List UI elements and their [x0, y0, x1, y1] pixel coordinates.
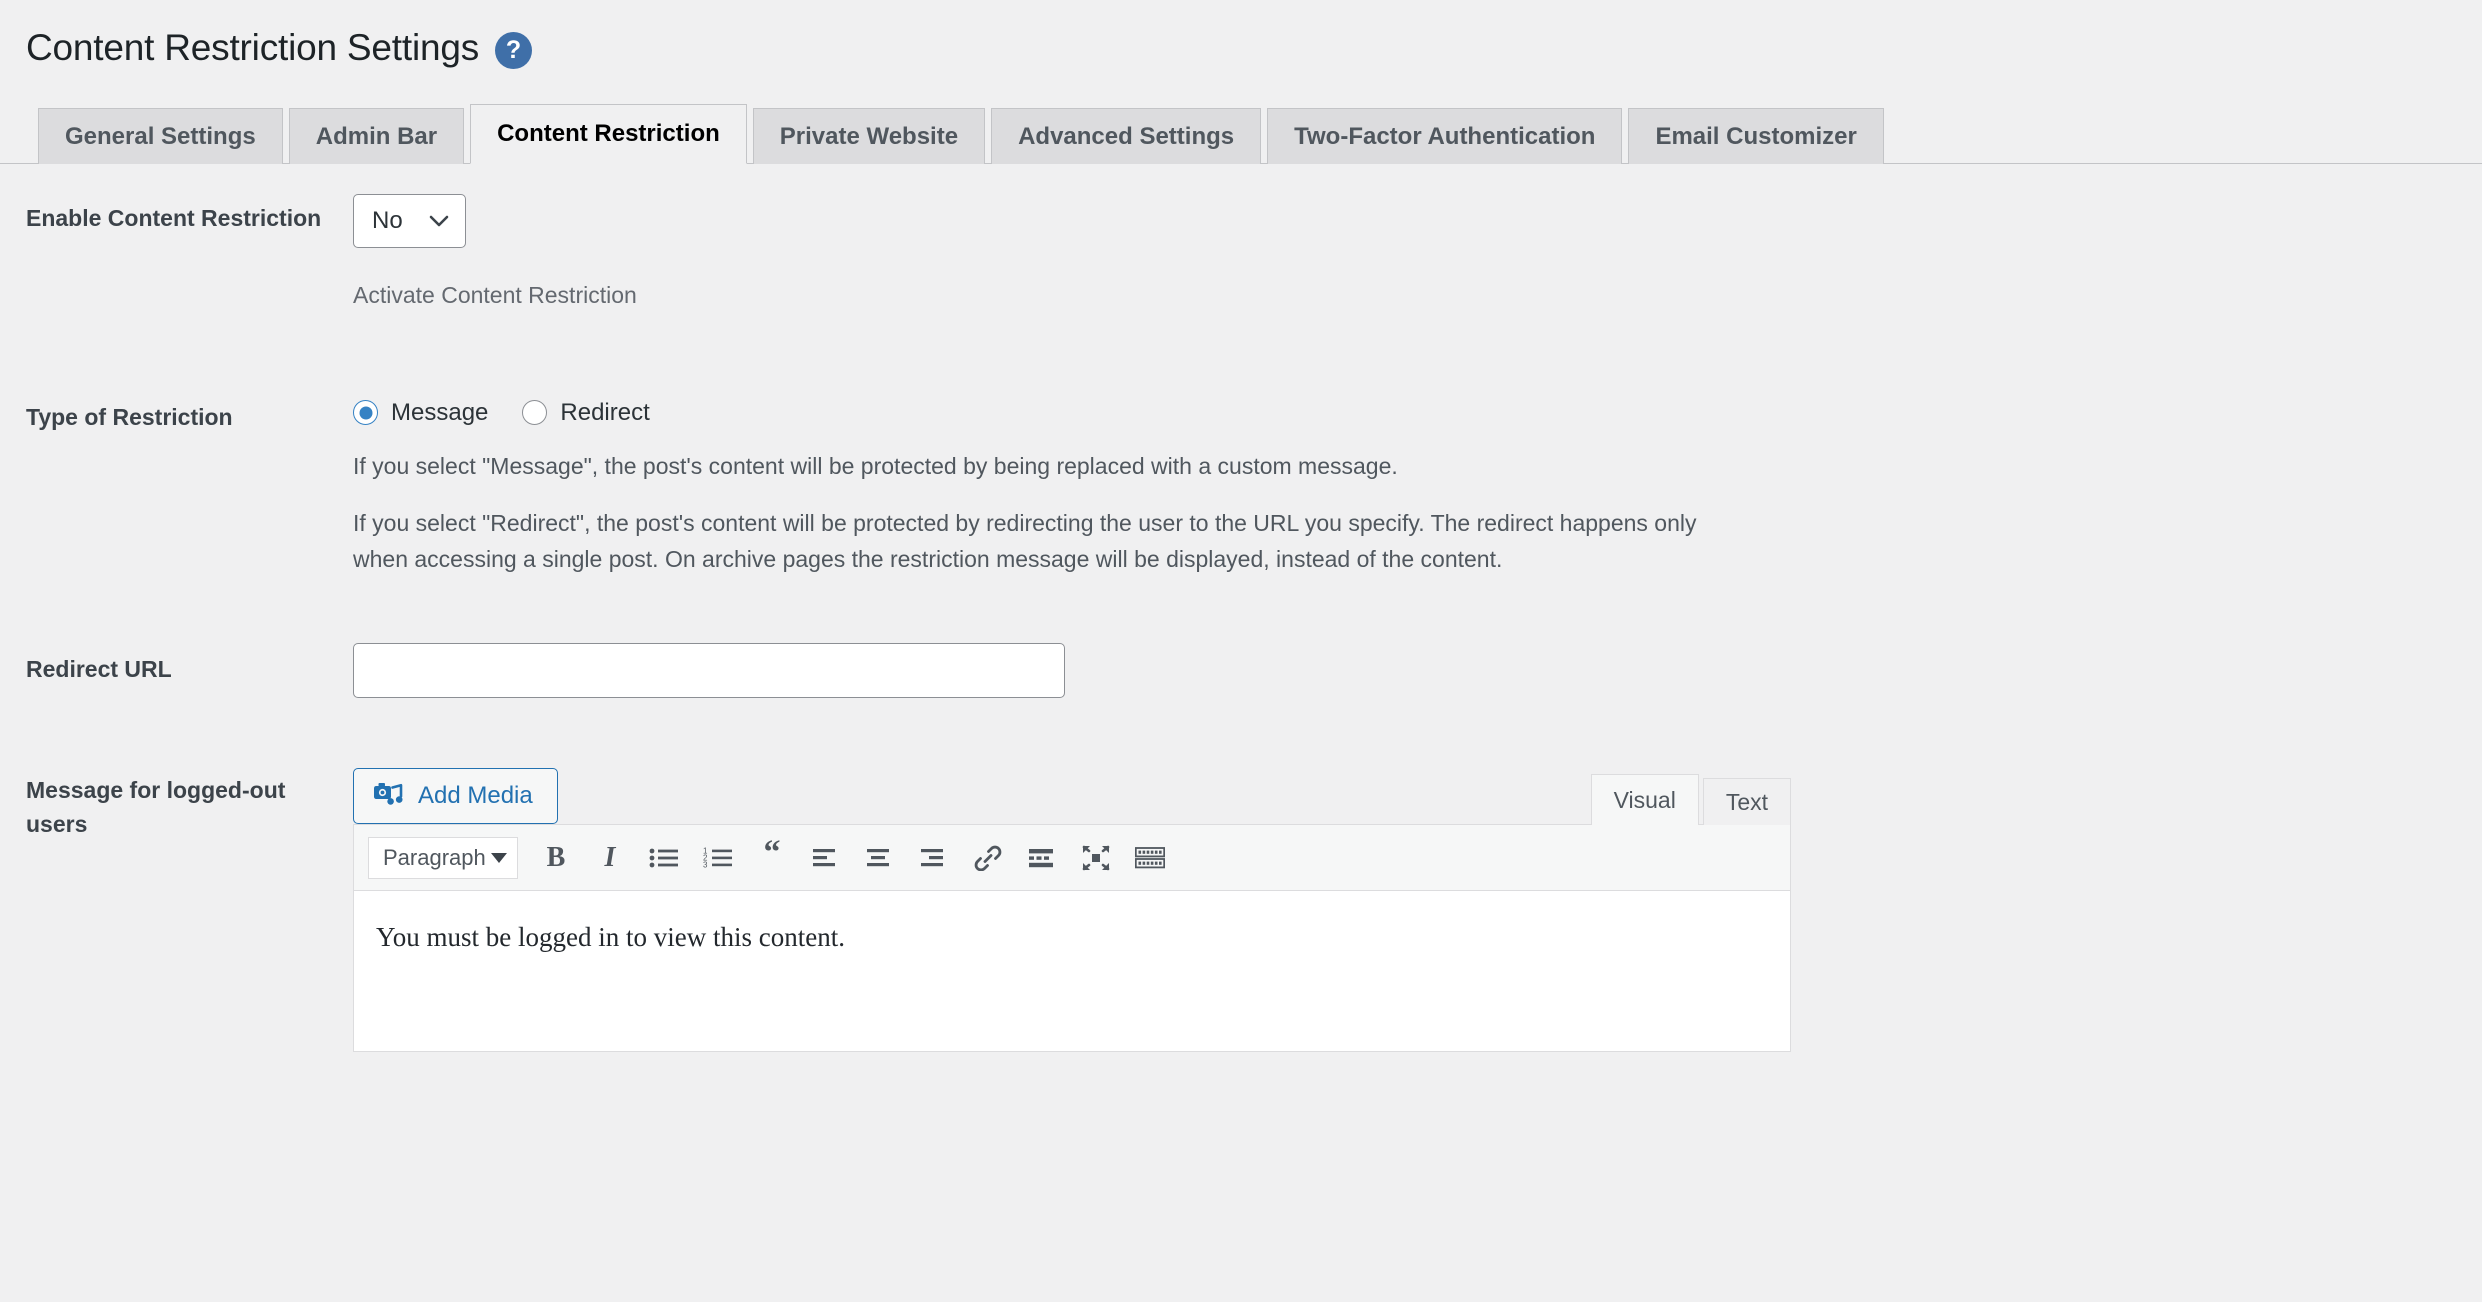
- label-redirect-url: Redirect URL: [26, 656, 172, 683]
- page-title: Content Restriction Settings: [26, 26, 480, 68]
- svg-text:3: 3: [703, 860, 708, 869]
- type-description-message: If you select "Message", the post's cont…: [353, 452, 1398, 479]
- chevron-down-icon: [429, 215, 449, 226]
- numbered-list-icon[interactable]: 1 2 3: [694, 836, 742, 880]
- fullscreen-icon[interactable]: [1072, 836, 1120, 880]
- wp-editor: Add Media Visual Text Paragraph B I 1 2 …: [353, 758, 1791, 1053]
- paragraph-format-select[interactable]: Paragraph: [368, 836, 518, 879]
- row-enable-content-restriction: Enable Content Restriction No Activate C…: [0, 168, 2482, 313]
- tab-private-website[interactable]: Private Website: [752, 108, 986, 164]
- align-left-icon[interactable]: [802, 836, 850, 880]
- help-icon[interactable]: ?: [495, 31, 533, 69]
- editor-header: Add Media Visual Text: [353, 758, 1791, 826]
- radio-redirect-label: Redirect: [560, 398, 650, 426]
- admin-settings-page: Content Restriction Settings ? General S…: [0, 0, 2482, 1302]
- tab-content-restriction[interactable]: Content Restriction: [470, 104, 747, 164]
- editor-tab-visual[interactable]: Visual: [1590, 774, 1699, 826]
- add-media-label: Add Media: [418, 782, 533, 810]
- type-description-redirect: If you select "Redirect", the post's con…: [353, 510, 1697, 572]
- insert-read-more-icon[interactable]: [1018, 836, 1066, 880]
- tab-advanced-settings[interactable]: Advanced Settings: [991, 108, 1262, 164]
- blockquote-icon[interactable]: “: [748, 835, 796, 880]
- settings-form: Enable Content Restriction No Activate C…: [0, 164, 2482, 1053]
- radio-message-label: Message: [391, 398, 489, 426]
- radio-option-message[interactable]: Message: [353, 399, 488, 427]
- editor-body: Paragraph B I 1 2 3 “ You must be logged…: [353, 824, 1791, 1053]
- label-enable-content-restriction: Enable Content Restriction: [26, 205, 322, 231]
- radio-option-redirect[interactable]: Redirect: [522, 398, 650, 427]
- tab-email-customizer[interactable]: Email Customizer: [1628, 108, 1884, 164]
- tab-admin-bar[interactable]: Admin Bar: [288, 108, 465, 164]
- align-right-icon[interactable]: [910, 836, 958, 880]
- bold-icon[interactable]: B: [532, 836, 580, 880]
- tab-general-settings[interactable]: General Settings: [38, 108, 283, 164]
- chevron-down-icon: [491, 852, 507, 863]
- media-camera-music-icon: [374, 783, 403, 806]
- link-icon[interactable]: [964, 836, 1012, 880]
- radio-redirect-indicator: [522, 400, 548, 425]
- tab-two-factor-authentication[interactable]: Two-Factor Authentication: [1267, 108, 1623, 164]
- enable-content-restriction-description: Activate Content Restriction: [353, 282, 637, 308]
- enable-content-restriction-select[interactable]: No: [353, 194, 466, 248]
- editor-content-area[interactable]: You must be logged in to view this conte…: [354, 891, 1790, 1052]
- redirect-url-input[interactable]: [353, 643, 1065, 699]
- type-of-restriction-radio-group: Message Redirect: [353, 399, 2482, 427]
- bulleted-list-icon[interactable]: [640, 836, 688, 880]
- keyboard-shortcuts-icon[interactable]: [1126, 836, 1174, 880]
- editor-toolbar: Paragraph B I 1 2 3 “: [354, 825, 1790, 892]
- label-message-logged-out: Message for logged-out users: [26, 777, 286, 837]
- settings-tab-bar: General Settings Admin Bar Content Restr…: [0, 102, 2482, 164]
- add-media-button[interactable]: Add Media: [353, 768, 558, 825]
- paragraph-format-value: Paragraph: [383, 844, 486, 870]
- row-redirect-url: Redirect URL: [0, 637, 2482, 699]
- editor-tab-text[interactable]: Text: [1702, 778, 1791, 826]
- label-type-of-restriction: Type of Restriction: [26, 403, 233, 430]
- page-header: Content Restriction Settings ?: [0, 0, 2482, 76]
- enable-select-value: No: [372, 207, 403, 234]
- radio-message-indicator: [353, 400, 378, 425]
- editor-paragraph: You must be logged in to view this conte…: [376, 922, 845, 953]
- row-type-of-restriction: Type of Restriction Message Redirect If …: [0, 371, 2482, 578]
- align-center-icon[interactable]: [856, 836, 904, 880]
- italic-icon[interactable]: I: [586, 836, 634, 880]
- editor-mode-tabs: Visual Text: [1590, 774, 1791, 826]
- row-message-logged-out: Message for logged-out users Add Media V…: [0, 758, 2482, 1053]
